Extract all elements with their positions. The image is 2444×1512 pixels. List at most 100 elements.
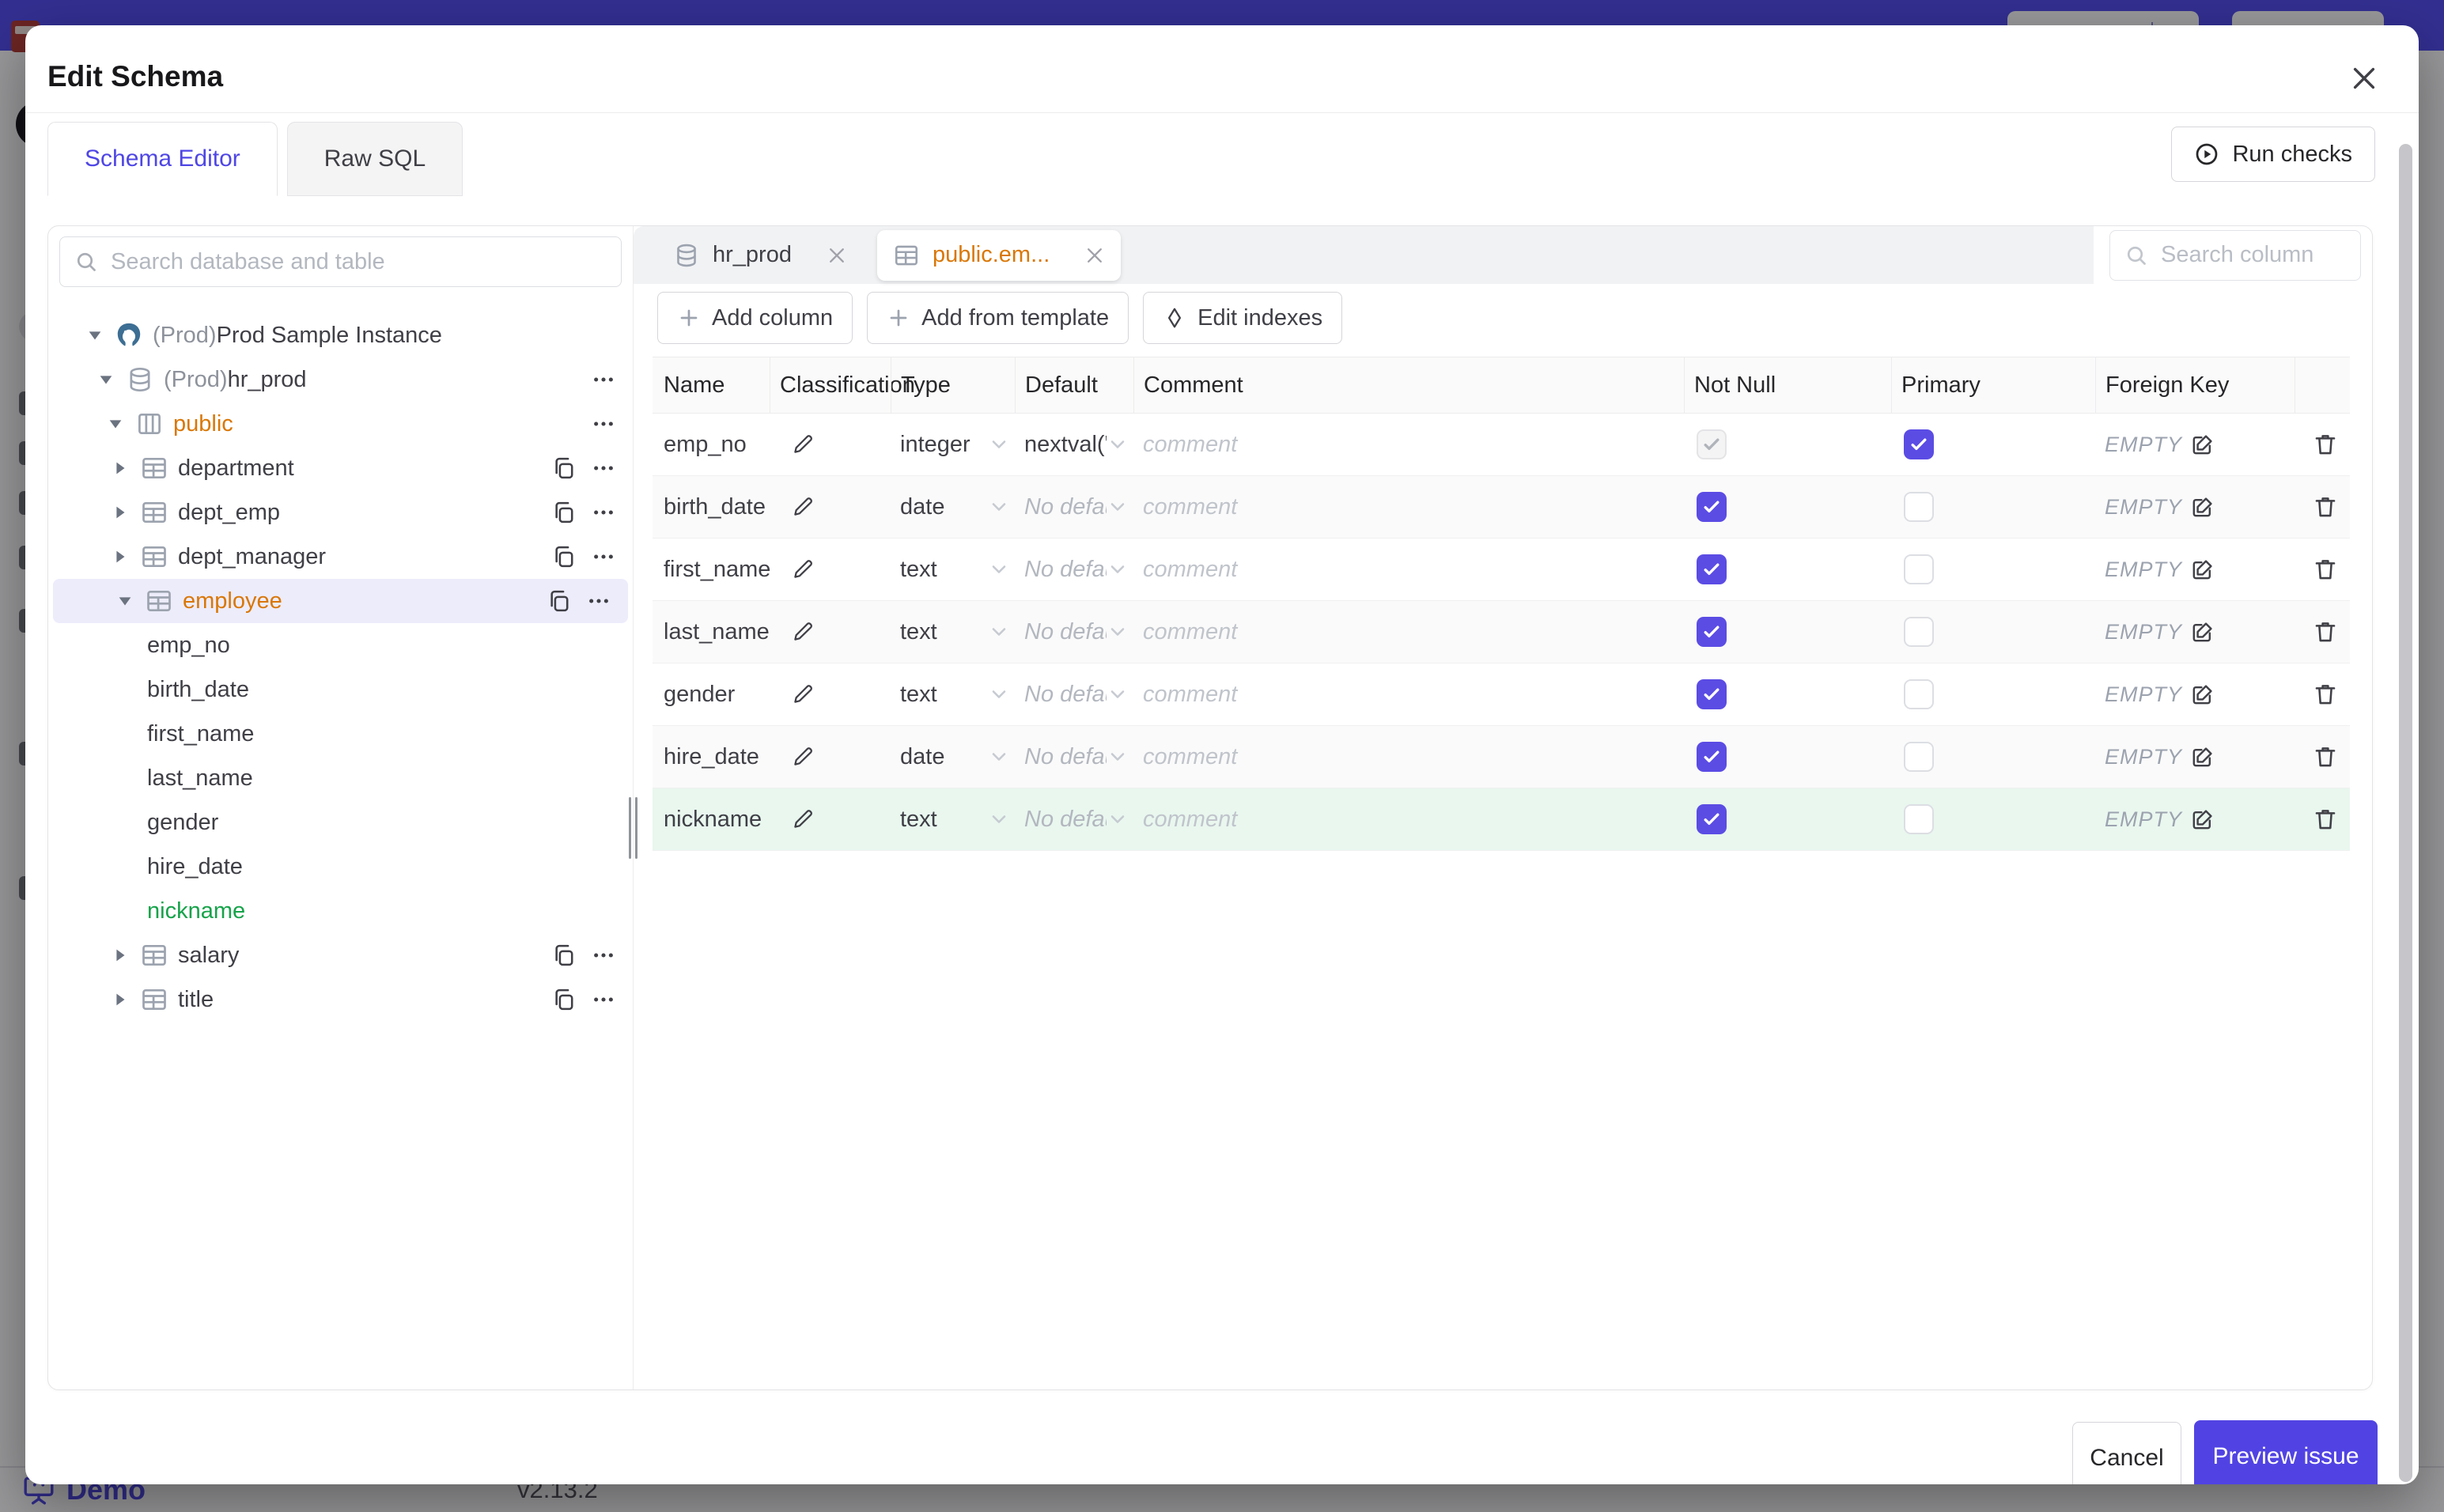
classification-edit-icon[interactable] — [790, 619, 815, 644]
type-select[interactable]: text — [891, 539, 1015, 600]
primary-checkbox[interactable] — [1904, 492, 1934, 522]
column-name[interactable]: gender — [653, 663, 770, 725]
type-select[interactable]: date — [891, 726, 1015, 788]
type-select[interactable]: text — [891, 663, 1015, 725]
delete-column-icon[interactable] — [2312, 556, 2339, 583]
close-icon[interactable] — [827, 245, 847, 266]
default-select[interactable]: No default — [1015, 476, 1133, 538]
comment-input[interactable]: comment — [1133, 726, 1684, 788]
caret-down-icon[interactable] — [116, 592, 134, 610]
copy-icon[interactable] — [550, 942, 577, 969]
delete-column-icon[interactable] — [2312, 618, 2339, 645]
edit-foreign-key-icon[interactable] — [2190, 744, 2215, 769]
more-menu-icon[interactable] — [590, 410, 617, 437]
primary-checkbox[interactable] — [1904, 617, 1934, 647]
column-name[interactable]: birth_date — [653, 476, 770, 538]
delete-column-icon[interactable] — [2312, 431, 2339, 458]
delete-column-icon[interactable] — [2312, 806, 2339, 833]
add-column-button[interactable]: Add column — [657, 292, 853, 344]
classification-edit-icon[interactable] — [790, 682, 815, 707]
type-select[interactable]: text — [891, 788, 1015, 850]
tree-item-column[interactable]: hire_date — [48, 845, 633, 889]
primary-checkbox[interactable] — [1904, 679, 1934, 709]
not-null-checkbox[interactable] — [1697, 492, 1727, 522]
edit-foreign-key-icon[interactable] — [2190, 807, 2215, 832]
caret-down-icon[interactable] — [107, 415, 124, 433]
caret-right-icon[interactable] — [112, 504, 129, 521]
column-search[interactable] — [2109, 229, 2361, 281]
column-name[interactable]: first_name — [653, 539, 770, 600]
delete-column-icon[interactable] — [2312, 743, 2339, 770]
tab-chip-table[interactable]: public.em... — [876, 229, 1122, 281]
delete-column-icon[interactable] — [2312, 493, 2339, 520]
tree-item-table[interactable]: dept_emp — [48, 490, 633, 535]
classification-edit-icon[interactable] — [790, 494, 815, 520]
edit-foreign-key-icon[interactable] — [2190, 557, 2215, 582]
preview-issue-button[interactable]: Preview issue — [2194, 1420, 2378, 1484]
classification-edit-icon[interactable] — [790, 432, 815, 457]
caret-right-icon[interactable] — [112, 548, 129, 565]
database-search[interactable] — [59, 236, 622, 287]
database-search-input[interactable] — [109, 248, 607, 276]
comment-input[interactable]: comment — [1133, 601, 1684, 663]
classification-edit-icon[interactable] — [790, 557, 815, 582]
copy-icon[interactable] — [550, 986, 577, 1013]
tree-item-table-employee[interactable]: employee — [53, 579, 628, 623]
type-select[interactable]: integer — [891, 414, 1015, 475]
tree-item-column[interactable]: emp_no — [48, 623, 633, 667]
not-null-checkbox[interactable] — [1697, 742, 1727, 772]
primary-checkbox[interactable] — [1904, 804, 1934, 834]
comment-input[interactable]: comment — [1133, 414, 1684, 475]
classification-edit-icon[interactable] — [790, 807, 815, 832]
comment-input[interactable]: comment — [1133, 788, 1684, 850]
panel-resize-handle[interactable] — [628, 797, 637, 859]
tree-item-database[interactable]: (Prod) hr_prod — [48, 357, 633, 402]
more-menu-icon[interactable] — [590, 543, 617, 570]
add-from-template-button[interactable]: Add from template — [867, 292, 1129, 344]
tree-item-column[interactable]: gender — [48, 800, 633, 845]
tab-schema-editor[interactable]: Schema Editor — [47, 122, 278, 196]
tree-item-instance[interactable]: (Prod) Prod Sample Instance — [48, 313, 633, 357]
caret-right-icon[interactable] — [112, 459, 129, 477]
primary-checkbox[interactable] — [1904, 429, 1934, 459]
more-menu-icon[interactable] — [590, 499, 617, 526]
tree-item-column[interactable]: birth_date — [48, 667, 633, 712]
tab-raw-sql[interactable]: Raw SQL — [286, 122, 463, 196]
column-name[interactable]: hire_date — [653, 726, 770, 788]
copy-icon[interactable] — [550, 543, 577, 570]
delete-column-icon[interactable] — [2312, 681, 2339, 708]
not-null-checkbox[interactable] — [1697, 617, 1727, 647]
more-menu-icon[interactable] — [590, 986, 617, 1013]
edit-foreign-key-icon[interactable] — [2190, 494, 2215, 520]
default-select[interactable]: No default — [1015, 788, 1133, 850]
not-null-checkbox[interactable] — [1697, 679, 1727, 709]
column-name[interactable]: emp_no — [653, 414, 770, 475]
tree-item-table[interactable]: dept_manager — [48, 535, 633, 579]
default-select[interactable]: No default — [1015, 539, 1133, 600]
more-menu-icon[interactable] — [590, 455, 617, 482]
comment-input[interactable]: comment — [1133, 539, 1684, 600]
comment-input[interactable]: comment — [1133, 663, 1684, 725]
column-name[interactable]: last_name — [653, 601, 770, 663]
tree-item-table[interactable]: department — [48, 446, 633, 490]
tab-chip-database[interactable]: hr_prod — [657, 230, 863, 281]
cancel-button[interactable]: Cancel — [2072, 1422, 2181, 1484]
tree-item-column[interactable]: first_name — [48, 712, 633, 756]
default-select[interactable]: No default — [1015, 726, 1133, 788]
default-select[interactable]: nextval('employ — [1015, 414, 1133, 475]
copy-icon[interactable] — [546, 588, 573, 614]
tree-item-column-nickname[interactable]: nickname — [48, 889, 633, 933]
primary-checkbox[interactable] — [1904, 742, 1934, 772]
classification-edit-icon[interactable] — [790, 744, 815, 769]
caret-down-icon[interactable] — [97, 371, 115, 388]
default-select[interactable]: No default — [1015, 601, 1133, 663]
more-menu-icon[interactable] — [590, 942, 617, 969]
type-select[interactable]: text — [891, 601, 1015, 663]
tree-item-column[interactable]: last_name — [48, 756, 633, 800]
tree-item-schema[interactable]: public — [48, 402, 633, 446]
close-icon[interactable] — [1084, 245, 1105, 266]
not-null-checkbox[interactable] — [1697, 804, 1727, 834]
caret-down-icon[interactable] — [86, 327, 104, 344]
copy-icon[interactable] — [550, 455, 577, 482]
modal-scrollbar-thumb[interactable] — [2399, 144, 2412, 1482]
